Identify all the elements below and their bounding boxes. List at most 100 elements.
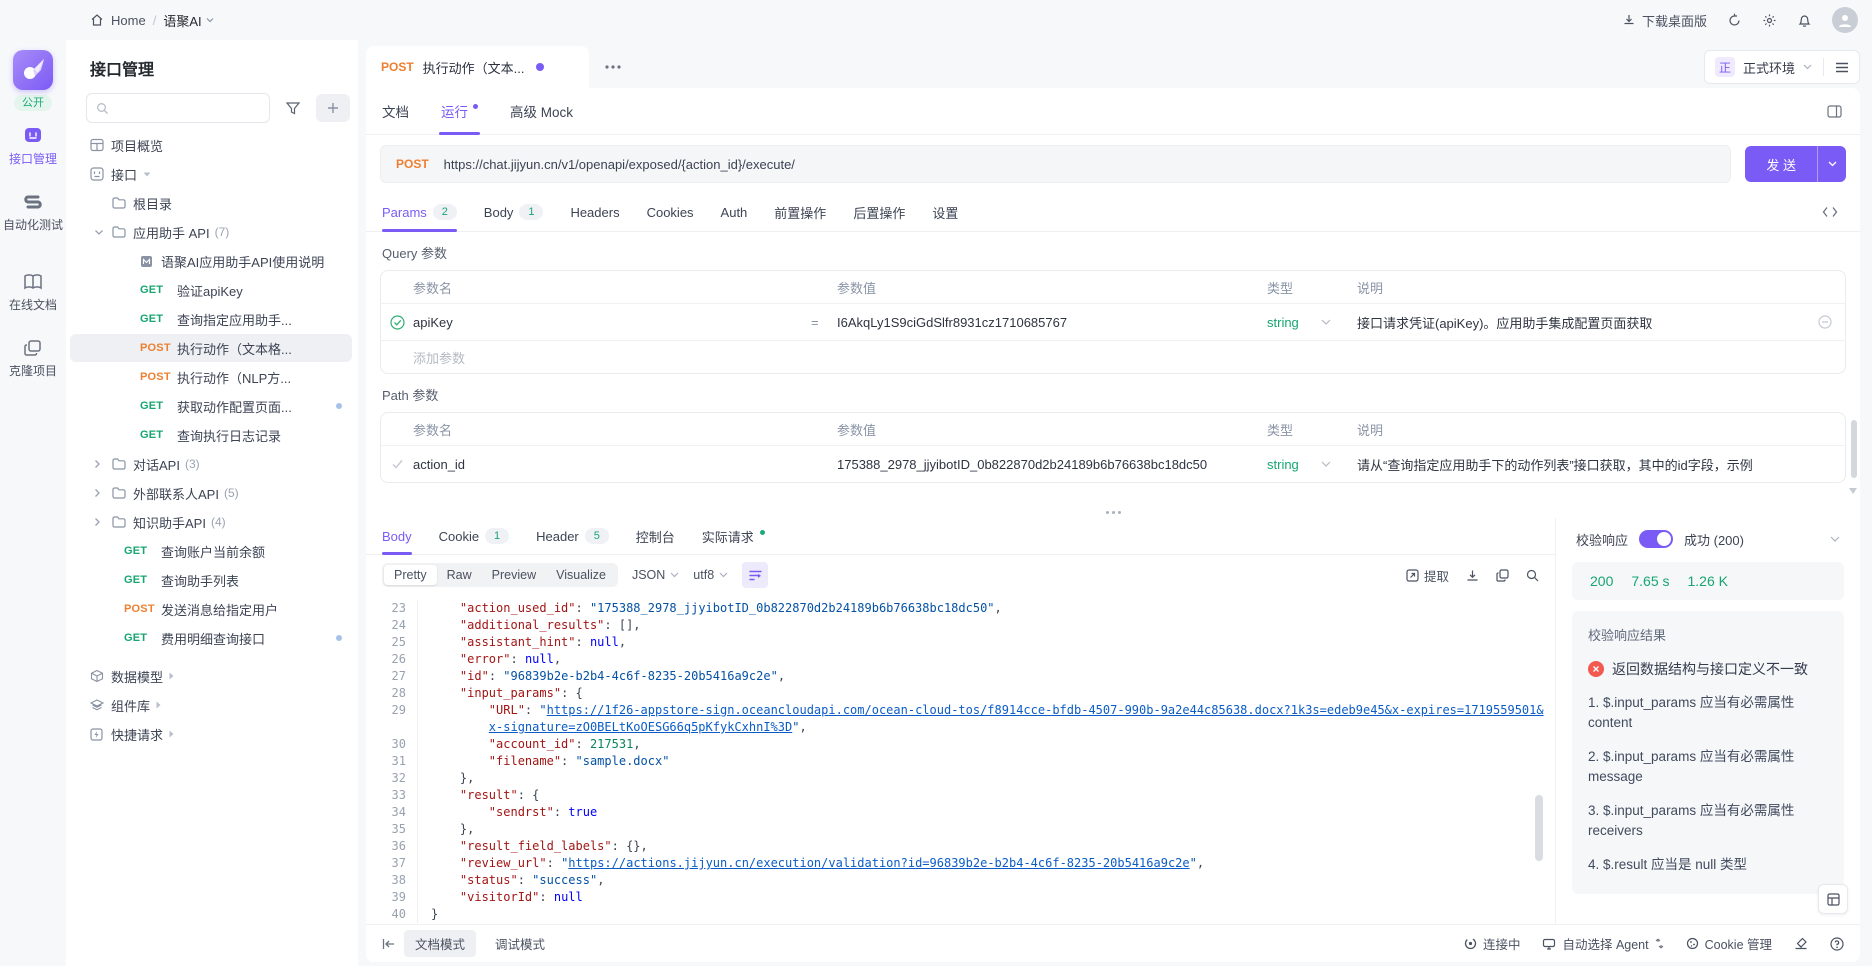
tab-run[interactable]: 运行 bbox=[441, 88, 478, 134]
word-wrap-button[interactable] bbox=[742, 562, 768, 588]
breadcrumb-home[interactable]: Home bbox=[111, 13, 146, 28]
request-tab[interactable]: Headers bbox=[570, 193, 619, 231]
code-scrollbar-thumb[interactable] bbox=[1535, 795, 1543, 861]
request-tab[interactable]: 前置操作 bbox=[774, 193, 826, 231]
code-view-icon[interactable] bbox=[1822, 206, 1838, 218]
doc-mode-button[interactable]: 文档模式 bbox=[404, 930, 476, 957]
tree-item[interactable]: POST执行动作（NLP方... bbox=[70, 363, 352, 391]
tree-item[interactable]: GET查询助手列表 bbox=[70, 566, 352, 594]
extract-button[interactable]: 提取 bbox=[1406, 566, 1449, 585]
download-desktop-button[interactable]: 下载桌面版 bbox=[1622, 11, 1707, 30]
param-value[interactable]: 175388_2978_jjyibotID_0b822870d2b24189b6… bbox=[837, 457, 1267, 472]
chevron-right-icon[interactable] bbox=[94, 517, 112, 527]
format-select[interactable]: JSON bbox=[632, 568, 679, 582]
filter-button[interactable] bbox=[278, 94, 308, 122]
table-row[interactable]: apiKey = I6AkqLy1S9ciGdSlfr8931cz1710685… bbox=[381, 304, 1845, 340]
clear-icon[interactable] bbox=[1794, 937, 1808, 950]
cookie-manager[interactable]: Cookie 管理 bbox=[1686, 934, 1772, 953]
view-mode-preview[interactable]: Preview bbox=[482, 565, 546, 585]
request-tab[interactable]: Cookies bbox=[647, 193, 694, 231]
url-input[interactable]: POST https://chat.jijyun.cn/v1/openapi/e… bbox=[380, 145, 1731, 183]
add-api-button[interactable] bbox=[316, 94, 350, 122]
tree-item[interactable]: GET查询执行日志记录 bbox=[70, 421, 352, 449]
tree-item[interactable]: 快捷请求 bbox=[70, 720, 352, 748]
response-body-editor[interactable]: 23 "action_used_id": "175388_2978_jjyibo… bbox=[366, 595, 1555, 924]
project-logo[interactable] bbox=[13, 50, 53, 90]
tree-item[interactable]: 语聚AI应用助手API使用说明 bbox=[70, 247, 352, 275]
copy-response-icon[interactable] bbox=[1496, 569, 1509, 582]
rail-item-api-manage[interactable]: 接口管理 bbox=[9, 125, 57, 167]
response-tab[interactable]: 实际请求 bbox=[702, 518, 765, 554]
bell-icon[interactable] bbox=[1797, 13, 1812, 28]
response-tab[interactable]: Body bbox=[382, 518, 412, 554]
view-mode-visualize[interactable]: Visualize bbox=[546, 565, 616, 585]
tree-item[interactable]: GET验证apiKey bbox=[70, 276, 352, 304]
tree-item[interactable]: GET查询指定应用助手... bbox=[70, 305, 352, 333]
response-tab[interactable]: Cookie1 bbox=[439, 518, 509, 554]
request-tab[interactable]: Params2 bbox=[382, 193, 457, 231]
refresh-icon[interactable] bbox=[1727, 13, 1742, 28]
view-mode-raw[interactable]: Raw bbox=[437, 565, 482, 585]
table-row[interactable]: action_id 175388_2978_jjyibotID_0b822870… bbox=[381, 446, 1845, 482]
tab-docs[interactable]: 文档 bbox=[382, 88, 409, 134]
request-tab[interactable]: 设置 bbox=[932, 193, 958, 231]
param-description[interactable]: 接口请求凭证(apiKey)。应用助手集成配置页面获取 bbox=[1357, 313, 1805, 332]
panel-grid-button[interactable] bbox=[1818, 884, 1848, 914]
view-mode-pretty[interactable]: Pretty bbox=[384, 565, 437, 585]
tree-item[interactable]: 知识助手API(4) bbox=[70, 508, 352, 536]
request-tab[interactable]: Auth bbox=[721, 193, 748, 231]
tree-item[interactable]: 外部联系人API(5) bbox=[70, 479, 352, 507]
connection-status[interactable]: 连接中 bbox=[1464, 934, 1521, 953]
download-response-icon[interactable] bbox=[1466, 569, 1479, 582]
environment-selector[interactable]: 正 正式环境 bbox=[1704, 50, 1860, 84]
panel-splitter-handle[interactable] bbox=[366, 506, 1860, 518]
tree-item[interactable]: 接口 bbox=[70, 160, 352, 188]
agent-selector[interactable]: 自动选择 Agent bbox=[1542, 934, 1663, 953]
tree-item[interactable]: 组件库 bbox=[70, 691, 352, 719]
tree-item[interactable]: 对话API(3) bbox=[70, 450, 352, 478]
tab-advanced-mock[interactable]: 高级 Mock bbox=[510, 88, 573, 134]
home-icon[interactable] bbox=[90, 13, 104, 27]
scrollbar-thumb[interactable] bbox=[1851, 420, 1857, 478]
tree-item[interactable]: GET获取动作配置页面... bbox=[70, 392, 352, 420]
chevron-right-icon[interactable] bbox=[94, 459, 112, 469]
response-tab[interactable]: Header5 bbox=[536, 518, 609, 554]
chevron-down-icon[interactable] bbox=[1321, 461, 1357, 467]
avatar[interactable] bbox=[1832, 7, 1858, 33]
tree-item[interactable]: POST执行动作（文本格... bbox=[70, 334, 352, 362]
rail-item-online-docs[interactable]: 在线文档 bbox=[9, 273, 57, 313]
tree-item[interactable]: GET费用明细查询接口 bbox=[70, 624, 352, 652]
send-button[interactable]: 发 送 bbox=[1745, 146, 1817, 182]
chevron-down-icon[interactable] bbox=[1830, 536, 1840, 542]
chevron-down-icon[interactable] bbox=[1321, 319, 1357, 325]
tree-item[interactable]: 根目录 bbox=[70, 189, 352, 217]
param-value[interactable]: I6AkqLy1S9ciGdSlfr8931cz1710685767 bbox=[837, 315, 1267, 330]
chevron-right-icon[interactable] bbox=[94, 488, 112, 498]
param-type[interactable]: string bbox=[1267, 457, 1321, 472]
add-param-row[interactable]: 添加参数 bbox=[381, 340, 1845, 373]
chevron-down-icon[interactable] bbox=[94, 229, 112, 236]
param-name[interactable]: apiKey bbox=[413, 315, 811, 330]
encoding-select[interactable]: utf8 bbox=[693, 568, 728, 582]
help-icon[interactable] bbox=[1830, 937, 1844, 951]
param-name[interactable]: action_id bbox=[413, 457, 811, 472]
param-description[interactable]: 请从“查询指定应用助手下的动作列表”接口获取，其中的id字段，示例 bbox=[1357, 455, 1805, 474]
request-tab[interactable]: 后置操作 bbox=[853, 193, 905, 231]
response-tab[interactable]: 控制台 bbox=[636, 518, 675, 554]
rail-item-clone-project[interactable]: 克隆项目 bbox=[9, 339, 57, 379]
scrollbar-down-arrow[interactable] bbox=[1849, 488, 1857, 494]
menu-icon[interactable] bbox=[1835, 62, 1849, 73]
circle-minus-icon[interactable] bbox=[1805, 315, 1845, 329]
search-response-icon[interactable] bbox=[1526, 569, 1539, 582]
tree-item[interactable]: 项目概览 bbox=[70, 131, 352, 159]
param-enabled-checkbox[interactable] bbox=[381, 315, 413, 330]
param-type[interactable]: string bbox=[1267, 315, 1321, 330]
tab-more-button[interactable] bbox=[605, 65, 621, 69]
document-tab[interactable]: POST 执行动作（文本... bbox=[366, 46, 589, 88]
tree-item[interactable]: 应用助手 API(7) bbox=[70, 218, 352, 246]
breadcrumb-project[interactable]: 语聚AI bbox=[163, 11, 213, 30]
debug-mode-button[interactable]: 调试模式 bbox=[484, 930, 556, 957]
request-tab[interactable]: Body1 bbox=[484, 193, 544, 231]
search-input[interactable] bbox=[86, 93, 270, 123]
layout-columns-icon[interactable] bbox=[1827, 105, 1842, 118]
